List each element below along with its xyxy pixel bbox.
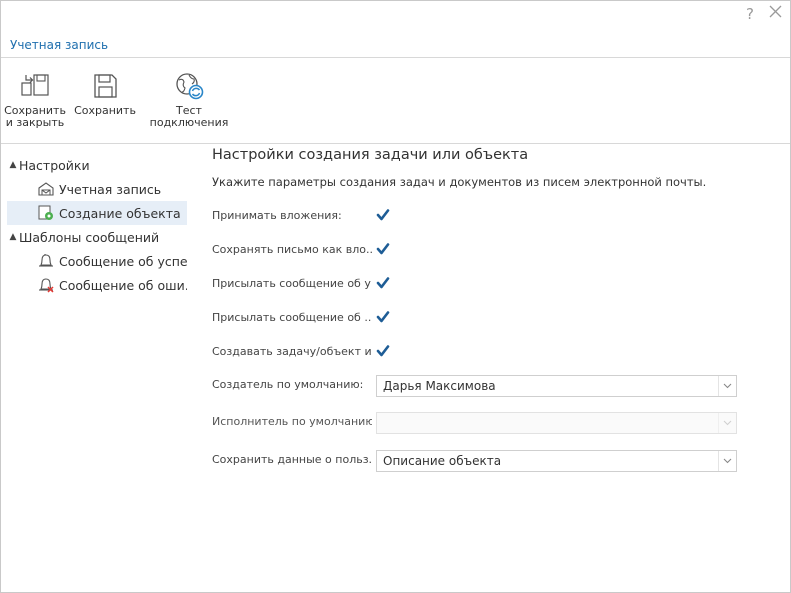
- chevron-up-icon[interactable]: ▲: [7, 160, 19, 170]
- accept-attachments-checkbox[interactable]: [376, 208, 390, 222]
- page-title: Настройки создания задачи или объекта: [212, 147, 529, 163]
- field-create-task: Создавать задачу/объект и...: [212, 342, 742, 364]
- tree-item-label: Сообщение об успе...: [59, 253, 187, 269]
- help-button[interactable]: ?: [746, 5, 754, 23]
- field-label: Присылать сообщение об у...: [212, 277, 372, 290]
- field-label: Сохранить данные о польз...: [212, 453, 372, 466]
- field-accept-attachments: Принимать вложения:: [212, 206, 742, 228]
- tree-item-account[interactable]: Учетная запись: [37, 177, 187, 201]
- test-connection-button[interactable]: Тест подключения: [147, 71, 231, 129]
- chevron-down-icon[interactable]: [718, 376, 736, 396]
- tree-item-templates[interactable]: ▲ Шаблоны сообщений: [7, 225, 187, 249]
- save-button[interactable]: Сохранить: [71, 71, 139, 117]
- field-label: Создатель по умолчанию:: [212, 378, 364, 391]
- tree-item-label: Создание объекта: [59, 205, 181, 221]
- globe-refresh-icon: [147, 71, 231, 101]
- test-label-2: подключения: [149, 116, 229, 129]
- chevron-up-icon[interactable]: ▲: [7, 232, 19, 242]
- close-button[interactable]: [769, 5, 782, 18]
- field-label: Создавать задачу/объект и...: [212, 345, 372, 358]
- select-value: Дарья Максимова: [383, 379, 496, 393]
- field-default-executor: Исполнитель по умолчанию:: [212, 412, 742, 434]
- save-close-label-2: и закрыть: [5, 116, 65, 129]
- field-send-error: Присылать сообщение об ...: [212, 308, 742, 330]
- chevron-down-icon[interactable]: [718, 413, 736, 433]
- save-label: Сохранить: [74, 104, 136, 117]
- send-error-checkbox[interactable]: [376, 310, 390, 324]
- tree-item-success-message[interactable]: Сообщение об успе...: [37, 249, 187, 273]
- page-subtitle: Укажите параметры создания задач и докум…: [212, 175, 707, 189]
- tree-item-error-message[interactable]: Сообщение об оши...: [37, 273, 187, 297]
- tree-item-label: Учетная запись: [59, 181, 162, 197]
- create-task-checkbox[interactable]: [376, 344, 390, 358]
- divider: [1, 57, 790, 58]
- close-icon: [769, 5, 782, 18]
- chevron-down-icon[interactable]: [718, 451, 736, 471]
- bell-icon: [37, 252, 55, 270]
- save-icon: [71, 71, 139, 101]
- bell-error-icon: [37, 276, 55, 294]
- tree-item-label: Сообщение об оши...: [59, 277, 187, 293]
- field-send-success: Присылать сообщение об у...: [212, 274, 742, 296]
- tree-item-settings[interactable]: ▲ Настройки: [7, 153, 187, 177]
- account-icon: [37, 180, 55, 198]
- default-creator-select[interactable]: Дарья Максимова: [376, 375, 737, 397]
- dialog-window: ? Учетная запись Сохранить и закрыть Сох…: [0, 0, 791, 593]
- field-save-letter: Сохранять письмо как вло...: [212, 240, 742, 262]
- tab-account[interactable]: Учетная запись: [10, 38, 108, 52]
- object-settings-icon: [37, 204, 55, 222]
- field-label: Присылать сообщение об ...: [212, 311, 372, 324]
- tree-item-object-creation[interactable]: Создание объекта: [7, 201, 187, 225]
- default-executor-select[interactable]: [376, 412, 737, 434]
- save-and-close-button[interactable]: Сохранить и закрыть: [3, 71, 67, 129]
- field-save-user-data: Сохранить данные о польз... Описание объ…: [212, 450, 742, 472]
- divider: [1, 143, 790, 144]
- send-success-checkbox[interactable]: [376, 276, 390, 290]
- field-label: Сохранять письмо как вло...: [212, 243, 372, 256]
- field-default-creator: Создатель по умолчанию: Дарья Максимова: [212, 375, 742, 397]
- save-letter-checkbox[interactable]: [376, 242, 390, 256]
- tree-item-label: Шаблоны сообщений: [19, 229, 160, 245]
- save-close-icon: [3, 71, 67, 101]
- tree-item-label: Настройки: [19, 157, 90, 173]
- select-value: Описание объекта: [383, 454, 502, 468]
- save-user-data-select[interactable]: Описание объекта: [376, 450, 737, 472]
- field-label: Принимать вложения:: [212, 209, 342, 222]
- field-label: Исполнитель по умолчанию:: [212, 415, 372, 428]
